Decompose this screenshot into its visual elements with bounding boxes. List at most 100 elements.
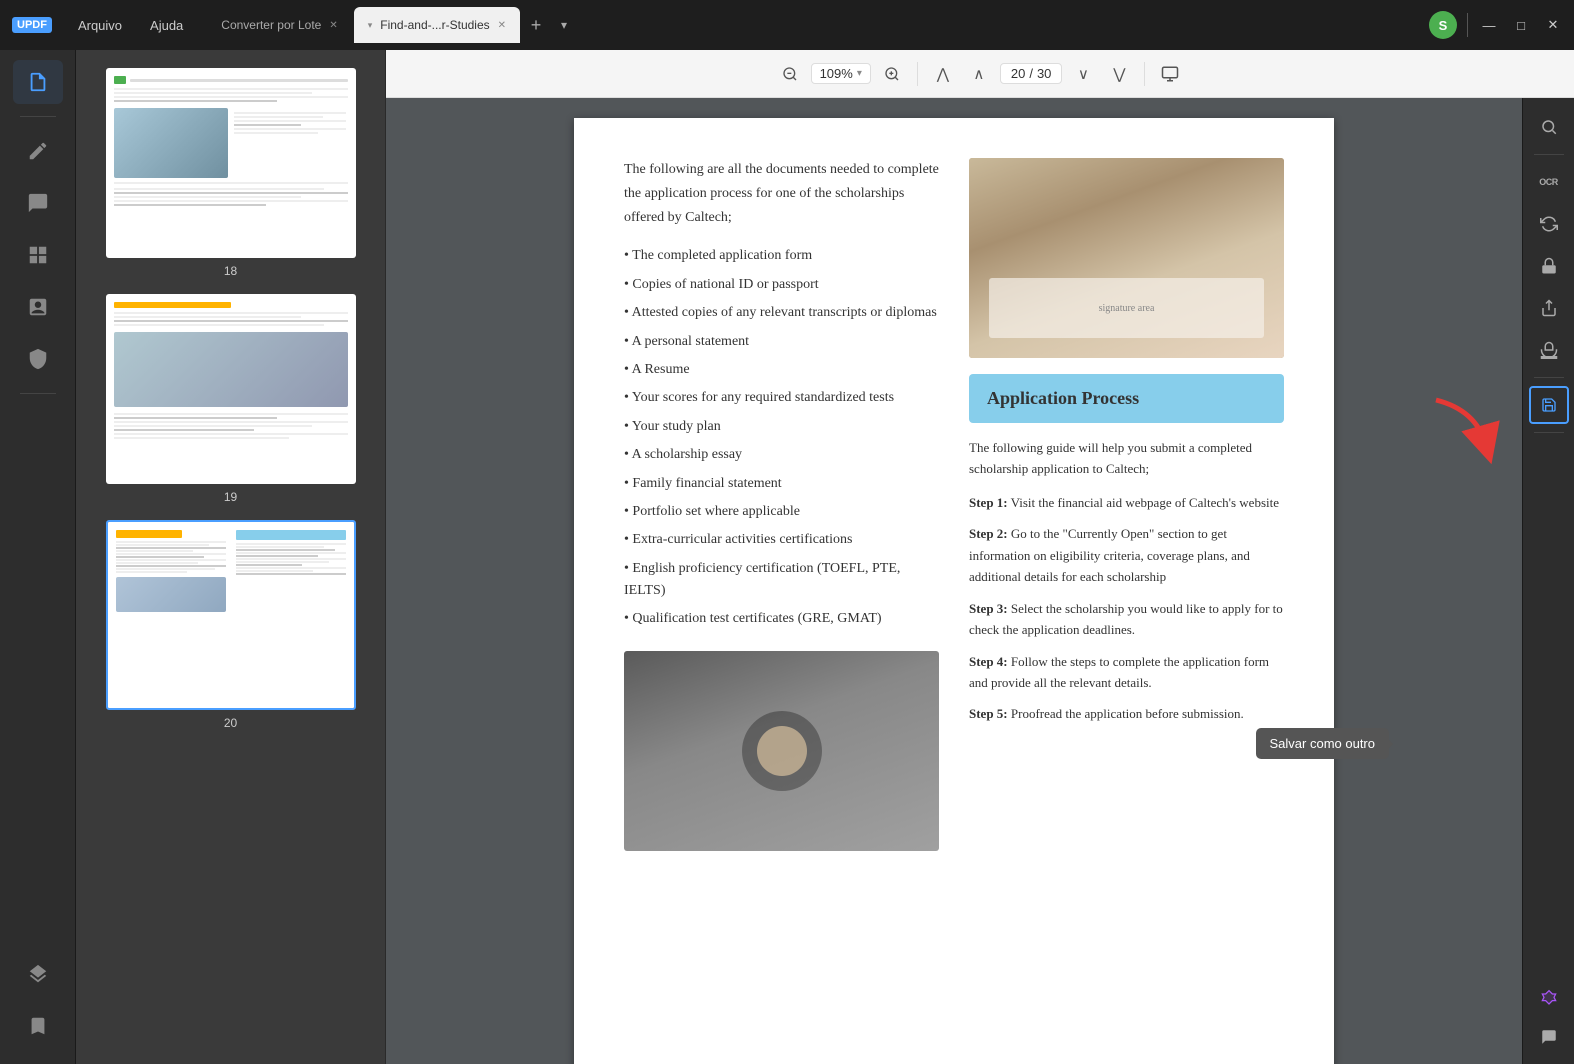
rsidebar-divider-2 bbox=[1534, 377, 1564, 378]
menu-bar: Arquivo Ajuda bbox=[64, 0, 197, 50]
step-1: Step 1: Visit the financial aid webpage … bbox=[969, 492, 1284, 513]
pdf-bullet-11: • Extra-curricular activities certificat… bbox=[624, 529, 939, 551]
page-down-button[interactable]: ∨ bbox=[1068, 59, 1098, 89]
tab-find[interactable]: ▾ Find-and-...r-Studies ✕ bbox=[354, 7, 520, 43]
step-2: Step 2: Go to the "Currently Open" secti… bbox=[969, 523, 1284, 587]
rsidebar-search-icon[interactable] bbox=[1529, 108, 1569, 146]
thumb-label-20: 20 bbox=[224, 716, 237, 730]
rsidebar-bottom bbox=[1529, 980, 1569, 1064]
tab-converter[interactable]: Converter por Lote ✕ bbox=[207, 7, 351, 43]
arrow-indicator bbox=[1426, 390, 1506, 470]
sidebar-icon-edit[interactable] bbox=[13, 129, 63, 173]
tab-label-active: Find-and-...r-Studies bbox=[380, 18, 489, 32]
logo-box: UPDF bbox=[12, 17, 52, 33]
app-logo: UPDF bbox=[0, 17, 64, 33]
page-up-button[interactable]: ∧ bbox=[964, 59, 994, 89]
menu-ajuda[interactable]: Ajuda bbox=[136, 0, 197, 50]
right-sidebar: OCR bbox=[1522, 98, 1574, 1064]
tooltip-text: Salvar como outro bbox=[1270, 736, 1376, 751]
tab-label: Converter por Lote bbox=[221, 18, 321, 32]
top-right-image: signature area bbox=[969, 158, 1284, 358]
maximize-button[interactable]: □ bbox=[1510, 14, 1532, 36]
sidebar-icon-protect[interactable] bbox=[13, 337, 63, 381]
tabs-area: Converter por Lote ✕ ▾ Find-and-...r-Stu… bbox=[197, 7, 1419, 43]
sidebar-icon-pages[interactable] bbox=[13, 233, 63, 277]
thumbnail-item-20[interactable]: 20 bbox=[76, 512, 385, 738]
bottom-image bbox=[624, 651, 939, 851]
tab-dropdown-icon: ▾ bbox=[368, 20, 373, 31]
step-3-text: Select the scholarship you would like to… bbox=[969, 601, 1283, 637]
thumb-image-18 bbox=[106, 68, 356, 258]
rsidebar-chat-icon[interactable] bbox=[1529, 1018, 1569, 1056]
minimize-button[interactable]: — bbox=[1478, 14, 1500, 36]
pdf-intro-text: The following are all the documents need… bbox=[624, 158, 939, 229]
separator-1 bbox=[917, 62, 918, 86]
thumbnail-item-19[interactable]: 19 bbox=[76, 286, 385, 512]
zoom-dropdown-icon[interactable]: ▾ bbox=[857, 68, 862, 79]
sidebar-icon-form[interactable] bbox=[13, 285, 63, 329]
pdf-bullet-7: • Your study plan bbox=[624, 416, 939, 438]
toolbar: 109% ▾ ⋀ ∧ 20 / 30 ∨ ⋁ bbox=[386, 50, 1574, 98]
rsidebar-convert-icon[interactable] bbox=[1529, 205, 1569, 243]
sidebar-icon-bookmark[interactable] bbox=[13, 1004, 63, 1048]
sidebar-icon-comment[interactable] bbox=[13, 181, 63, 225]
pdf-bullet-8: • A scholarship essay bbox=[624, 444, 939, 466]
tab-close-icon[interactable]: ✕ bbox=[329, 20, 337, 31]
tab-close-active-icon[interactable]: ✕ bbox=[498, 20, 506, 31]
step-5-text: Proofread the application before submiss… bbox=[1011, 706, 1244, 721]
sidebar-divider-2 bbox=[20, 393, 56, 394]
thumbnail-item-18[interactable]: 18 bbox=[76, 60, 385, 286]
step-4-text: Follow the steps to complete the applica… bbox=[969, 654, 1269, 690]
pdf-page-20: The following are all the documents need… bbox=[574, 118, 1334, 1064]
pdf-bullet-4: • A personal statement bbox=[624, 331, 939, 353]
left-sidebar bbox=[0, 50, 76, 1064]
thumbnail-panel: 18 bbox=[76, 50, 386, 1064]
user-avatar[interactable]: S bbox=[1429, 11, 1457, 39]
step-4-label: Step 4: bbox=[969, 654, 1008, 669]
thumb-image-20 bbox=[106, 520, 356, 710]
rsidebar-ai-icon[interactable] bbox=[1529, 980, 1569, 1018]
pdf-right-column: signature area Application Process The f… bbox=[969, 158, 1284, 1058]
rsidebar-save-other-icon[interactable] bbox=[1529, 386, 1569, 424]
pdf-left-column: The following are all the documents need… bbox=[624, 158, 939, 1058]
step-4: Step 4: Follow the steps to complete the… bbox=[969, 651, 1284, 694]
pdf-bullet-9: • Family financial statement bbox=[624, 473, 939, 495]
current-page[interactable]: 20 bbox=[1011, 66, 1025, 81]
present-button[interactable] bbox=[1155, 59, 1185, 89]
right-intro-text: The following guide will help you submit… bbox=[969, 437, 1284, 480]
close-button[interactable]: ✕ bbox=[1542, 14, 1564, 36]
pdf-bullet-2: • Copies of national ID or passport bbox=[624, 274, 939, 296]
pdf-bullet-13: • Qualification test certificates (GRE, … bbox=[624, 608, 939, 630]
application-process-title: Application Process bbox=[987, 388, 1139, 408]
zoom-value: 109% bbox=[820, 66, 853, 81]
step-5: Step 5: Proofread the application before… bbox=[969, 703, 1284, 724]
step-3-label: Step 3: bbox=[969, 601, 1008, 616]
pdf-bullet-12: • English proficiency certification (TOE… bbox=[624, 558, 939, 603]
step-2-text: Go to the "Currently Open" section to ge… bbox=[969, 526, 1250, 584]
thumb-label-18: 18 bbox=[224, 264, 237, 278]
rsidebar-stamp-icon[interactable] bbox=[1529, 331, 1569, 369]
page-display: 20 / 30 bbox=[1000, 63, 1063, 84]
page-top-button[interactable]: ⋀ bbox=[928, 59, 958, 89]
tabs-dropdown-button[interactable]: ▾ bbox=[550, 11, 578, 39]
pdf-bullet-3: • Attested copies of any relevant transc… bbox=[624, 302, 939, 324]
rsidebar-lock-icon[interactable] bbox=[1529, 247, 1569, 285]
rsidebar-share-icon[interactable] bbox=[1529, 289, 1569, 327]
pdf-bullet-10: • Portfolio set where applicable bbox=[624, 501, 939, 523]
add-tab-button[interactable]: + bbox=[522, 11, 550, 39]
thumb-label-19: 19 bbox=[224, 490, 237, 504]
sidebar-bottom bbox=[13, 952, 63, 1064]
sidebar-icon-document[interactable] bbox=[13, 60, 63, 104]
sidebar-icon-layers[interactable] bbox=[13, 952, 63, 996]
step-1-label: Step 1: bbox=[969, 495, 1008, 510]
zoom-in-button[interactable] bbox=[877, 59, 907, 89]
page-bottom-button[interactable]: ⋁ bbox=[1104, 59, 1134, 89]
main-layout: 18 bbox=[0, 50, 1574, 1064]
rsidebar-ocr-icon[interactable]: OCR bbox=[1529, 163, 1569, 201]
pdf-pages: The following are all the documents need… bbox=[386, 98, 1522, 1064]
menu-arquivo[interactable]: Arquivo bbox=[64, 0, 136, 50]
tooltip: Salvar como outro bbox=[1256, 728, 1390, 759]
thumb-image-19 bbox=[106, 294, 356, 484]
zoom-out-button[interactable] bbox=[775, 59, 805, 89]
rsidebar-divider-1 bbox=[1534, 154, 1564, 155]
